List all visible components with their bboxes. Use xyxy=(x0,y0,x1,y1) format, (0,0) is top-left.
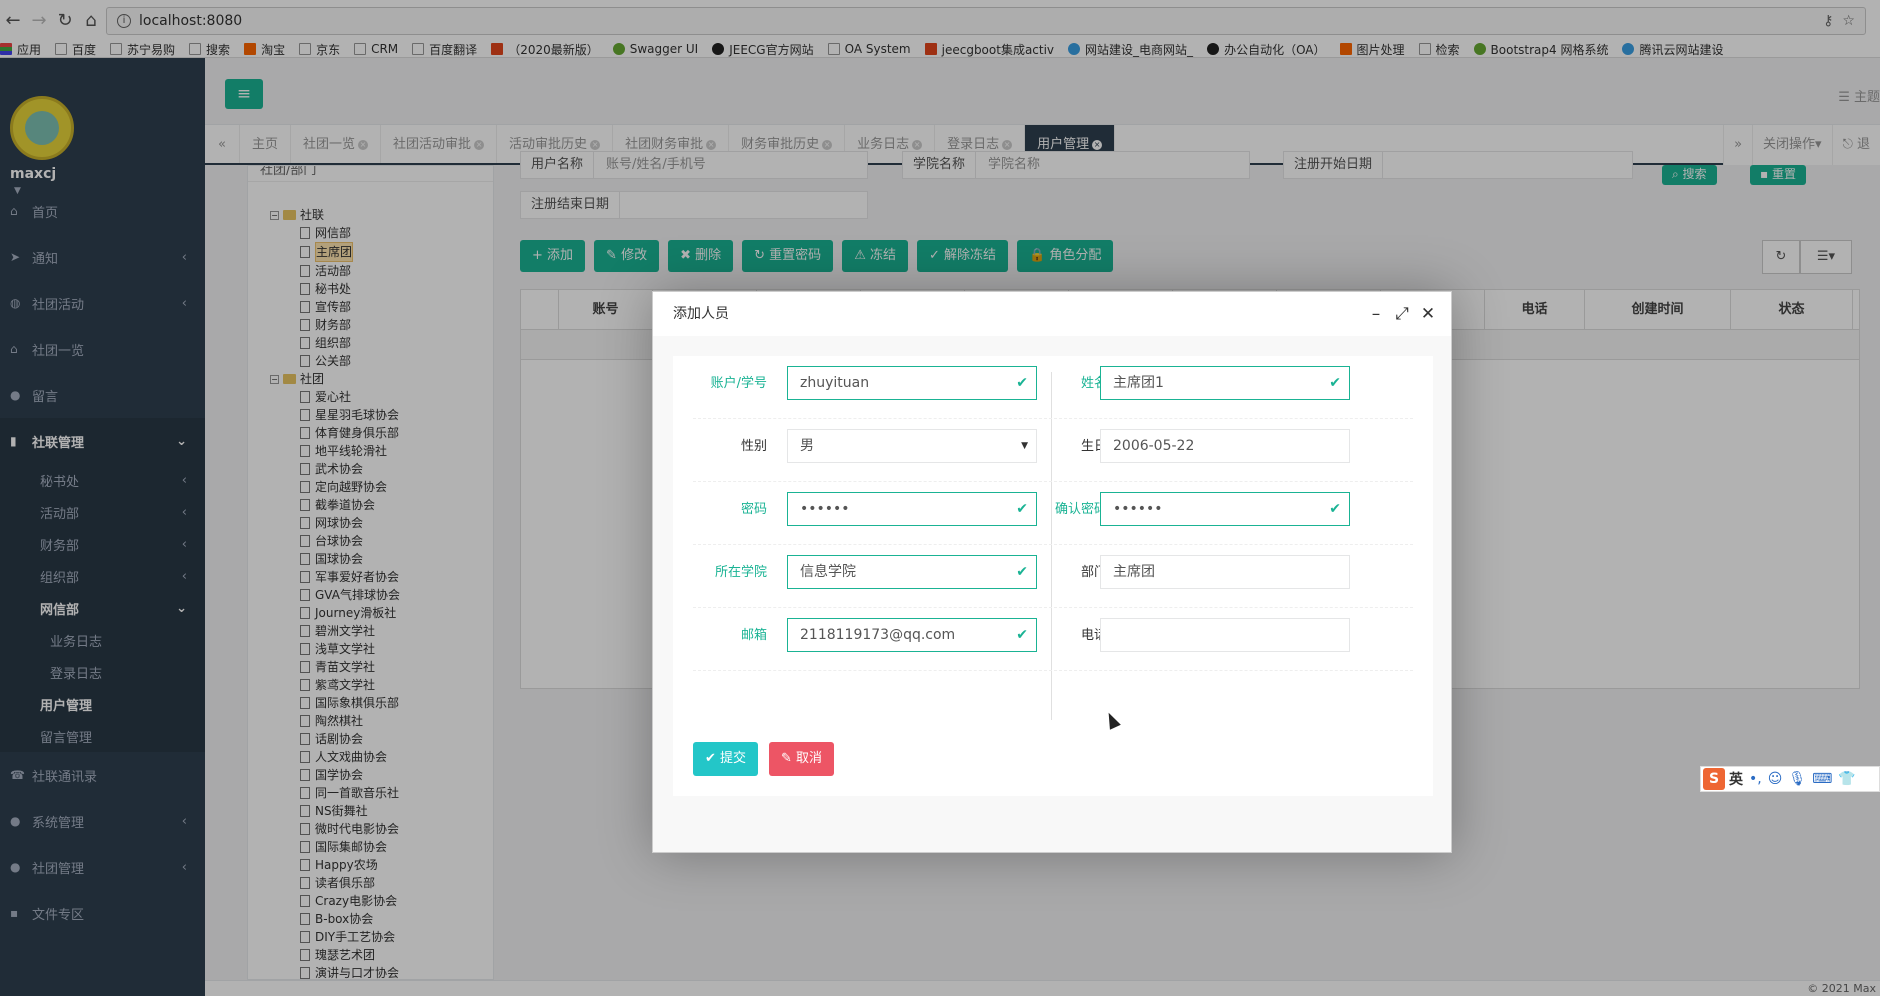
cancel-button[interactable]: ✎ 取消 xyxy=(769,742,835,776)
account-value: zhuyituan xyxy=(800,375,870,391)
keyboard-icon[interactable]: ⌨ xyxy=(1812,771,1832,787)
check-icon: ✔ xyxy=(1016,375,1028,391)
confirm-value: •••••• xyxy=(1113,501,1163,517)
eraser-icon: ✎ xyxy=(781,751,792,766)
email-label: 邮箱 xyxy=(740,628,767,643)
ime-lang-toggle[interactable]: 英 xyxy=(1729,769,1743,789)
account-field[interactable]: zhuyituan ✔ xyxy=(787,366,1037,400)
gender-field[interactable]: 男 ▼ xyxy=(787,429,1037,463)
password-value: •••••• xyxy=(800,501,850,517)
check-icon: ✔ xyxy=(705,751,716,766)
college-field[interactable]: 信息学院 ✔ xyxy=(787,555,1037,589)
submit-label: 提交 xyxy=(720,751,747,766)
check-icon: ✔ xyxy=(1016,501,1028,517)
college-value: 信息学院 xyxy=(800,564,856,580)
dept-field[interactable]: 主席团 xyxy=(1100,555,1350,589)
dept-value: 主席团 xyxy=(1113,564,1155,580)
form-row: 邮箱 2118119173@qq.com ✔ 电话 xyxy=(693,608,1413,671)
password-field[interactable]: •••••• ✔ xyxy=(787,492,1037,526)
punct-icon[interactable]: •, xyxy=(1749,771,1762,787)
dialog-title: 添加人员 xyxy=(653,292,1451,336)
minimize-icon[interactable]: – xyxy=(1363,304,1389,324)
add-user-dialog: 添加人员 – ⤢ ✕ 账户/学号 zhuyituan ✔ 姓名 主席团1 ✔ 性别男 ▼ 生日 2… xyxy=(652,291,1452,853)
form-row: 账户/学号 zhuyituan ✔ 姓名 主席团1 ✔ xyxy=(693,356,1413,419)
name-field[interactable]: 主席团1 ✔ xyxy=(1100,366,1350,400)
dropdown-arrow-icon[interactable]: ▼ xyxy=(1021,430,1028,462)
confirm-field[interactable]: •••••• ✔ xyxy=(1100,492,1350,526)
emoji-icon[interactable]: ☺ xyxy=(1768,771,1783,787)
sogou-icon[interactable]: S xyxy=(1703,768,1725,790)
maximize-icon[interactable]: ⤢ xyxy=(1389,304,1415,324)
name-label: 姓名 xyxy=(1080,376,1107,391)
birthday-value: 2006-05-22 xyxy=(1113,438,1195,454)
form-row: 密码 •••••• ✔ 确认密码 •••••• ✔ xyxy=(693,482,1413,545)
birthday-field[interactable]: 2006-05-22 xyxy=(1100,429,1350,463)
close-icon[interactable]: ✕ xyxy=(1415,304,1441,324)
phone-field[interactable] xyxy=(1100,618,1350,652)
mic-icon[interactable]: 🎙 xyxy=(1788,771,1806,787)
confirm-label: 确认密码 xyxy=(1054,502,1107,517)
form-row: 所在学院 信息学院 ✔ 部门 主席团 xyxy=(693,545,1413,608)
account-label: 账户/学号 xyxy=(710,376,767,391)
dept-label: 部门 xyxy=(1080,565,1107,580)
check-icon: ✔ xyxy=(1016,564,1028,580)
cancel-label: 取消 xyxy=(796,751,823,766)
gender-value: 男 xyxy=(800,438,814,454)
check-icon: ✔ xyxy=(1329,375,1341,391)
email-field[interactable]: 2118119173@qq.com ✔ xyxy=(787,618,1037,652)
college-label: 所在学院 xyxy=(714,565,767,580)
name-value: 主席团1 xyxy=(1113,375,1164,391)
dialog-controls: – ⤢ ✕ xyxy=(1363,304,1441,324)
gender-label: 性别 xyxy=(740,439,767,454)
email-value: 2118119173@qq.com xyxy=(800,627,956,643)
phone-label: 电话 xyxy=(1080,628,1107,643)
add-user-form: 账户/学号 zhuyituan ✔ 姓名 主席团1 ✔ 性别男 ▼ 生日 2006-05-22 密码… xyxy=(673,356,1433,796)
skin-icon[interactable]: 👕 xyxy=(1838,771,1855,787)
check-icon: ✔ xyxy=(1329,501,1341,517)
submit-button[interactable]: ✔ 提交 xyxy=(693,742,759,776)
form-row: 性别男 ▼ 生日 2006-05-22 xyxy=(693,419,1413,482)
birthday-label: 生日 xyxy=(1080,439,1107,454)
ime-toolbar[interactable]: S 英 •, ☺ 🎙 ⌨ 👕 xyxy=(1700,766,1880,792)
check-icon: ✔ xyxy=(1016,627,1028,643)
password-label: 密码 xyxy=(740,502,767,517)
